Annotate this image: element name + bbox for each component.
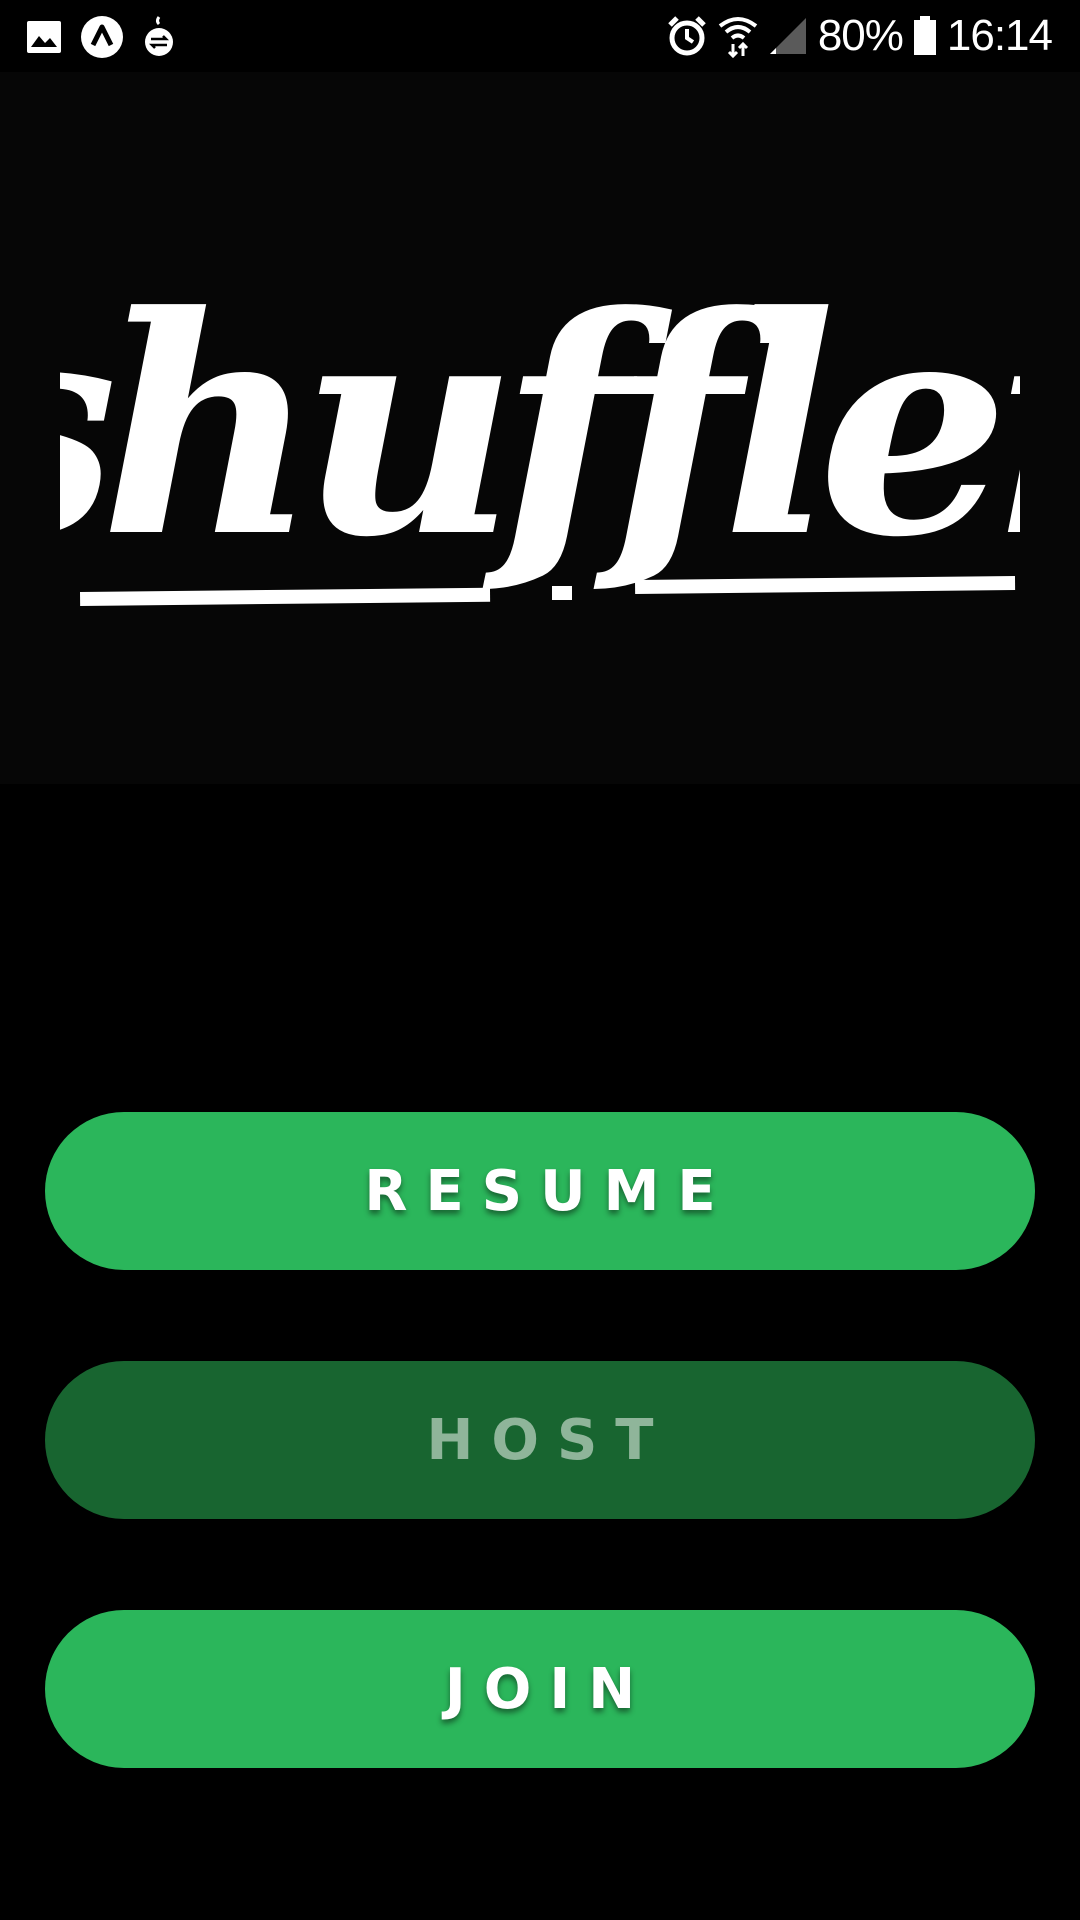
- logo-area: shuffler: [0, 72, 1080, 784]
- status-bar: 80% 16:14: [0, 0, 1080, 72]
- image-icon: [26, 20, 62, 54]
- bomb-sync-icon: [142, 15, 176, 59]
- host-button-label: HOST: [426, 1407, 672, 1473]
- status-bar-left: [26, 14, 176, 60]
- shuffler-logo: shuffler: [60, 250, 1020, 606]
- clock-time: 16:14: [946, 11, 1053, 60]
- battery-icon: [913, 16, 937, 56]
- logo-underline-dot: [552, 586, 572, 600]
- app-logo-icon: [80, 15, 124, 59]
- status-bar-right: 80% 16:14: [666, 10, 1053, 62]
- logo-text: shuffler: [60, 250, 1020, 603]
- app-screen: 80% 16:14 shuffler RESUME HOST JOIN: [0, 0, 1080, 1920]
- signal-icon: [768, 16, 808, 56]
- host-button[interactable]: HOST: [45, 1361, 1035, 1519]
- wifi-icon: [718, 14, 758, 58]
- resume-button[interactable]: RESUME: [45, 1112, 1035, 1270]
- alarm-icon: [666, 15, 708, 57]
- resume-button-label: RESUME: [364, 1158, 734, 1224]
- join-button[interactable]: JOIN: [45, 1610, 1035, 1768]
- battery-percent: 80%: [817, 11, 904, 60]
- join-button-label: JOIN: [444, 1656, 654, 1722]
